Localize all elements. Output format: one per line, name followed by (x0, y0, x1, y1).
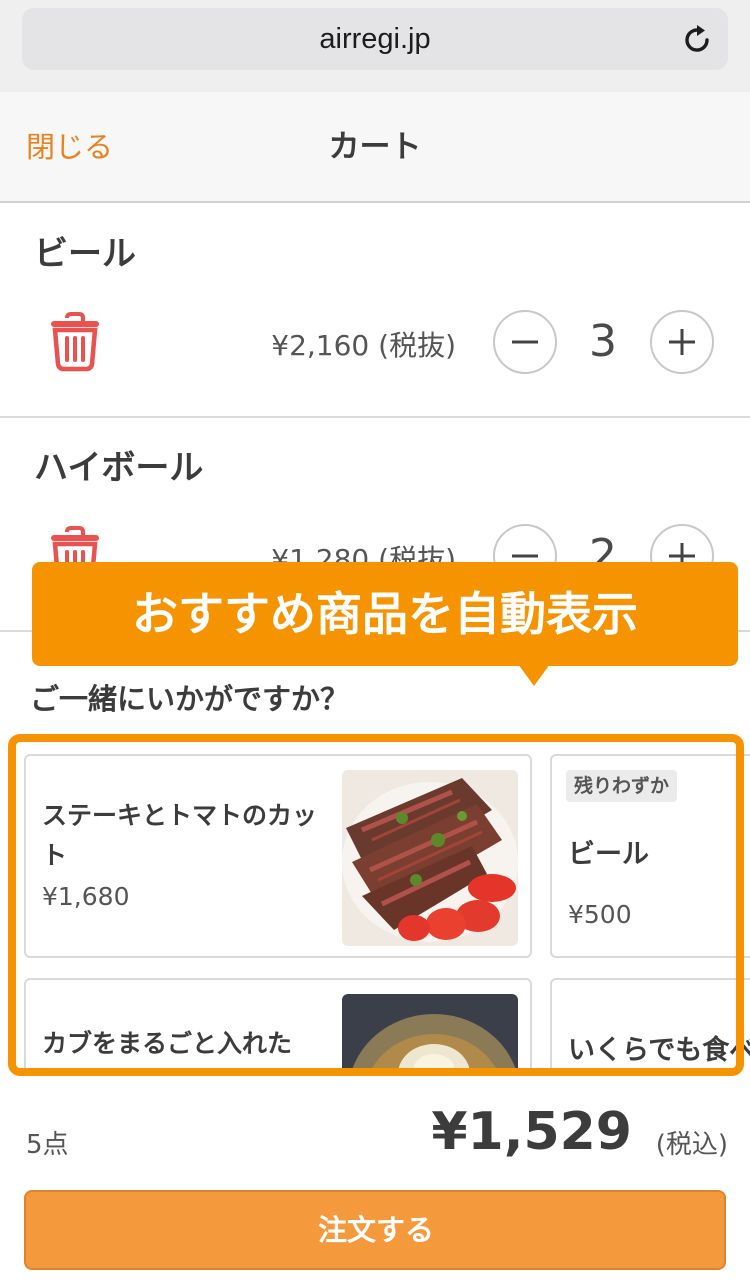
product-price: ¥1,680 (42, 882, 130, 911)
tax-note: (税込) (655, 1130, 728, 1160)
quantity-value: 3 (589, 316, 617, 367)
recommendation-card[interactable]: ステーキとトマトのカット ¥1,680 (24, 754, 532, 958)
turnip-dish-image (342, 994, 518, 1068)
nav-bar: 閉じる カート (0, 92, 750, 203)
recommendations-carousel[interactable]: ステーキとトマトのカット ¥1,680 残りわずか ビール ¥500 カブをまる… (0, 740, 750, 1068)
callout-text: おすすめ商品を自動表示 (132, 587, 638, 641)
order-button-label: 注文する (317, 1213, 434, 1247)
cart-footer: 5点 ¥1,529 (税込) 注文する (0, 1080, 750, 1286)
total-amount: ¥1,529 (431, 1102, 632, 1162)
address-bar[interactable]: airregi.jp (22, 8, 728, 70)
product-name: ビール (568, 839, 649, 870)
product-name: カブをまるごと入れた (42, 1029, 293, 1058)
decrease-quantity-button[interactable] (493, 310, 557, 374)
callout-banner: おすすめ商品を自動表示 (32, 562, 738, 686)
recommendation-card[interactable]: いくらでも食べ (550, 978, 750, 1068)
cart-item: ビール ¥2,160 (税抜) 3 (0, 204, 750, 418)
minus-icon (512, 340, 538, 344)
steak-image (342, 770, 518, 946)
low-stock-badge: 残りわずか (566, 770, 678, 802)
product-name: ステーキとトマトのカット (42, 801, 318, 870)
recommendation-card[interactable]: 残りわずか ビール ¥500 (550, 754, 750, 958)
item-name: ハイボール (34, 448, 204, 488)
recommendation-card[interactable]: カブをまるごと入れた (24, 978, 532, 1068)
reload-icon[interactable] (680, 23, 714, 57)
page-title: カート (328, 129, 422, 165)
item-count: 5点 (26, 1130, 69, 1160)
order-button[interactable]: 注文する (24, 1190, 726, 1270)
callout-pointer (518, 664, 550, 686)
recommendations-heading: ご一緒にいかがですか？ (30, 682, 350, 716)
plus-icon (669, 329, 695, 355)
trash-icon[interactable] (48, 312, 102, 372)
increase-quantity-button[interactable] (650, 310, 714, 374)
product-price: ¥500 (568, 900, 632, 929)
url-text: airregi.jp (319, 23, 431, 55)
item-price: ¥2,160 (税抜) (271, 329, 456, 362)
item-name: ビール (34, 234, 136, 274)
browser-bar: airregi.jp (0, 0, 750, 92)
product-name: いくらでも食べ (568, 1035, 750, 1066)
